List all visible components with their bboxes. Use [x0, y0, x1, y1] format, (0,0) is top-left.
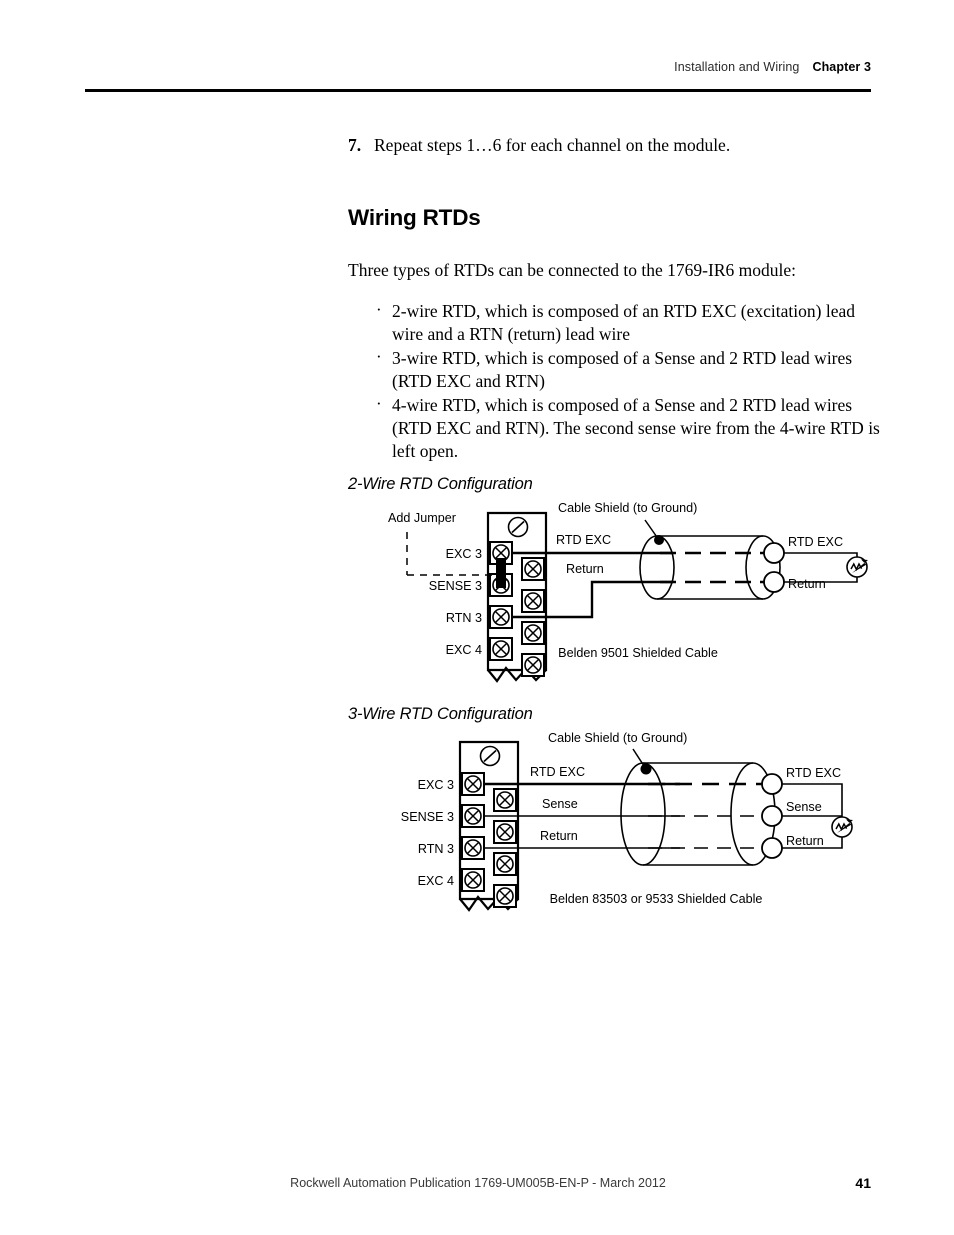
shielded-cable	[639, 535, 781, 600]
sensor-terminal-return[interactable]	[761, 837, 783, 859]
page-number: 41	[855, 1175, 871, 1191]
sensor-label-rtd-exc: RTD EXC	[786, 766, 841, 780]
jumper-bar	[496, 558, 506, 588]
sensor-label-return: Return	[786, 834, 824, 848]
terminal-label-exc3: EXC 3	[446, 547, 482, 561]
terminal-unlabeled[interactable]	[521, 557, 545, 581]
terminal-exc3[interactable]	[461, 772, 485, 796]
step-number: 7.	[348, 135, 362, 155]
sensor-label-rtd-exc: RTD EXC	[788, 535, 843, 549]
terminal-sense3[interactable]	[461, 804, 485, 828]
rtd-sensor-symbol	[846, 556, 869, 578]
sensor-terminal-rtd-exc[interactable]	[761, 773, 783, 795]
sensor-terminals: RTD EXC Return	[763, 535, 869, 593]
sensor-terminals: RTD EXC Sense Return	[761, 766, 854, 859]
block-top-screw	[479, 745, 501, 767]
chapter-label: Chapter 3	[812, 60, 871, 74]
diagram-3wire-rtd: EXC 3 SENSE 3 RTN 3 EXC 4 RTD EXC Sense …	[390, 731, 890, 920]
add-jumper-callout: Add Jumper	[388, 511, 501, 576]
cable-caption: Belden 83503 or 9533 Shielded Cable	[550, 892, 763, 906]
terminal-unlabeled[interactable]	[521, 589, 545, 613]
terminal-unlabeled[interactable]	[521, 621, 545, 645]
list-item: 4-wire RTD, which is composed of a Sense…	[372, 392, 882, 463]
terminal-exc4[interactable]	[489, 637, 513, 661]
shielded-cable	[620, 762, 776, 866]
sensor-terminal-rtd-exc[interactable]	[763, 542, 785, 564]
terminal-unlabeled[interactable]	[521, 653, 545, 677]
step-text: Repeat steps 1…6 for each channel on the…	[374, 135, 731, 155]
shield-label: Cable Shield (to Ground)	[558, 501, 697, 515]
terminal-label-rtn3: RTN 3	[446, 611, 482, 625]
figure-title-3wire: 3-Wire RTD Configuration	[348, 705, 533, 723]
terminal-exc4[interactable]	[461, 868, 485, 892]
header-label: Installation and Wiring Chapter 3	[674, 60, 871, 74]
header-rule	[85, 89, 871, 92]
sensor-label-sense: Sense	[786, 800, 822, 814]
terminal-label-exc4: EXC 4	[446, 643, 482, 657]
terminal-unlabeled[interactable]	[493, 820, 517, 844]
intro-paragraph: Three types of RTDs can be connected to …	[348, 260, 796, 280]
list-item: 2-wire RTD, which is composed of an RTD …	[372, 298, 882, 346]
terminal-label-sense3: SENSE 3	[429, 579, 482, 593]
terminal-unlabeled[interactable]	[493, 884, 517, 908]
terminal-label-exc3: EXC 3	[418, 778, 454, 792]
sensor-label-return: Return	[788, 577, 826, 591]
diagram-2wire-rtd: Add Jumper EXC 3 SENSE 3 RTN 3 EXC 4 RTD…	[370, 500, 890, 695]
cable-caption: Belden 9501 Shielded Cable	[558, 646, 718, 660]
page-header: Installation and Wiring Chapter 3	[85, 60, 871, 94]
sensor-terminal-return[interactable]	[763, 571, 785, 593]
publication-line: Rockwell Automation Publication 1769-UM0…	[290, 1176, 666, 1190]
breadcrumb: Installation and Wiring	[674, 60, 800, 74]
terminal-rtn3[interactable]	[461, 836, 485, 860]
block-top-screw	[507, 516, 529, 538]
numbered-step: 7. Repeat steps 1…6 for each channel on t…	[348, 133, 878, 157]
rtd-sensor-symbol	[831, 816, 854, 838]
wire-label-return: Return	[540, 829, 578, 843]
wire-label-return: Return	[566, 562, 604, 576]
terminal-unlabeled[interactable]	[493, 852, 517, 876]
document-page: Installation and Wiring Chapter 3 7. Repea…	[0, 0, 954, 1235]
list-item: 3-wire RTD, which is composed of a Sense…	[372, 345, 882, 393]
terminal-rtn3[interactable]	[489, 605, 513, 629]
sensor-terminal-sense[interactable]	[761, 805, 783, 827]
rtd-type-list: 2-wire RTD, which is composed of an RTD …	[372, 298, 882, 464]
terminal-label-sense3: SENSE 3	[401, 810, 454, 824]
shield-label: Cable Shield (to Ground)	[548, 731, 687, 745]
jumper-label: Add Jumper	[388, 511, 456, 525]
figure-title-2wire: 2-Wire RTD Configuration	[348, 475, 533, 493]
terminal-unlabeled[interactable]	[493, 788, 517, 812]
page-title: Wiring RTDs	[348, 205, 481, 230]
page-footer: Rockwell Automation Publication 1769-UM0…	[85, 1175, 871, 1196]
wire-label-rtd-exc: RTD EXC	[556, 533, 611, 547]
wire-label-rtd-exc: RTD EXC	[530, 765, 585, 779]
wire-label-sense: Sense	[542, 797, 578, 811]
terminal-label-rtn3: RTN 3	[418, 842, 454, 856]
terminal-label-exc4: EXC 4	[418, 874, 454, 888]
